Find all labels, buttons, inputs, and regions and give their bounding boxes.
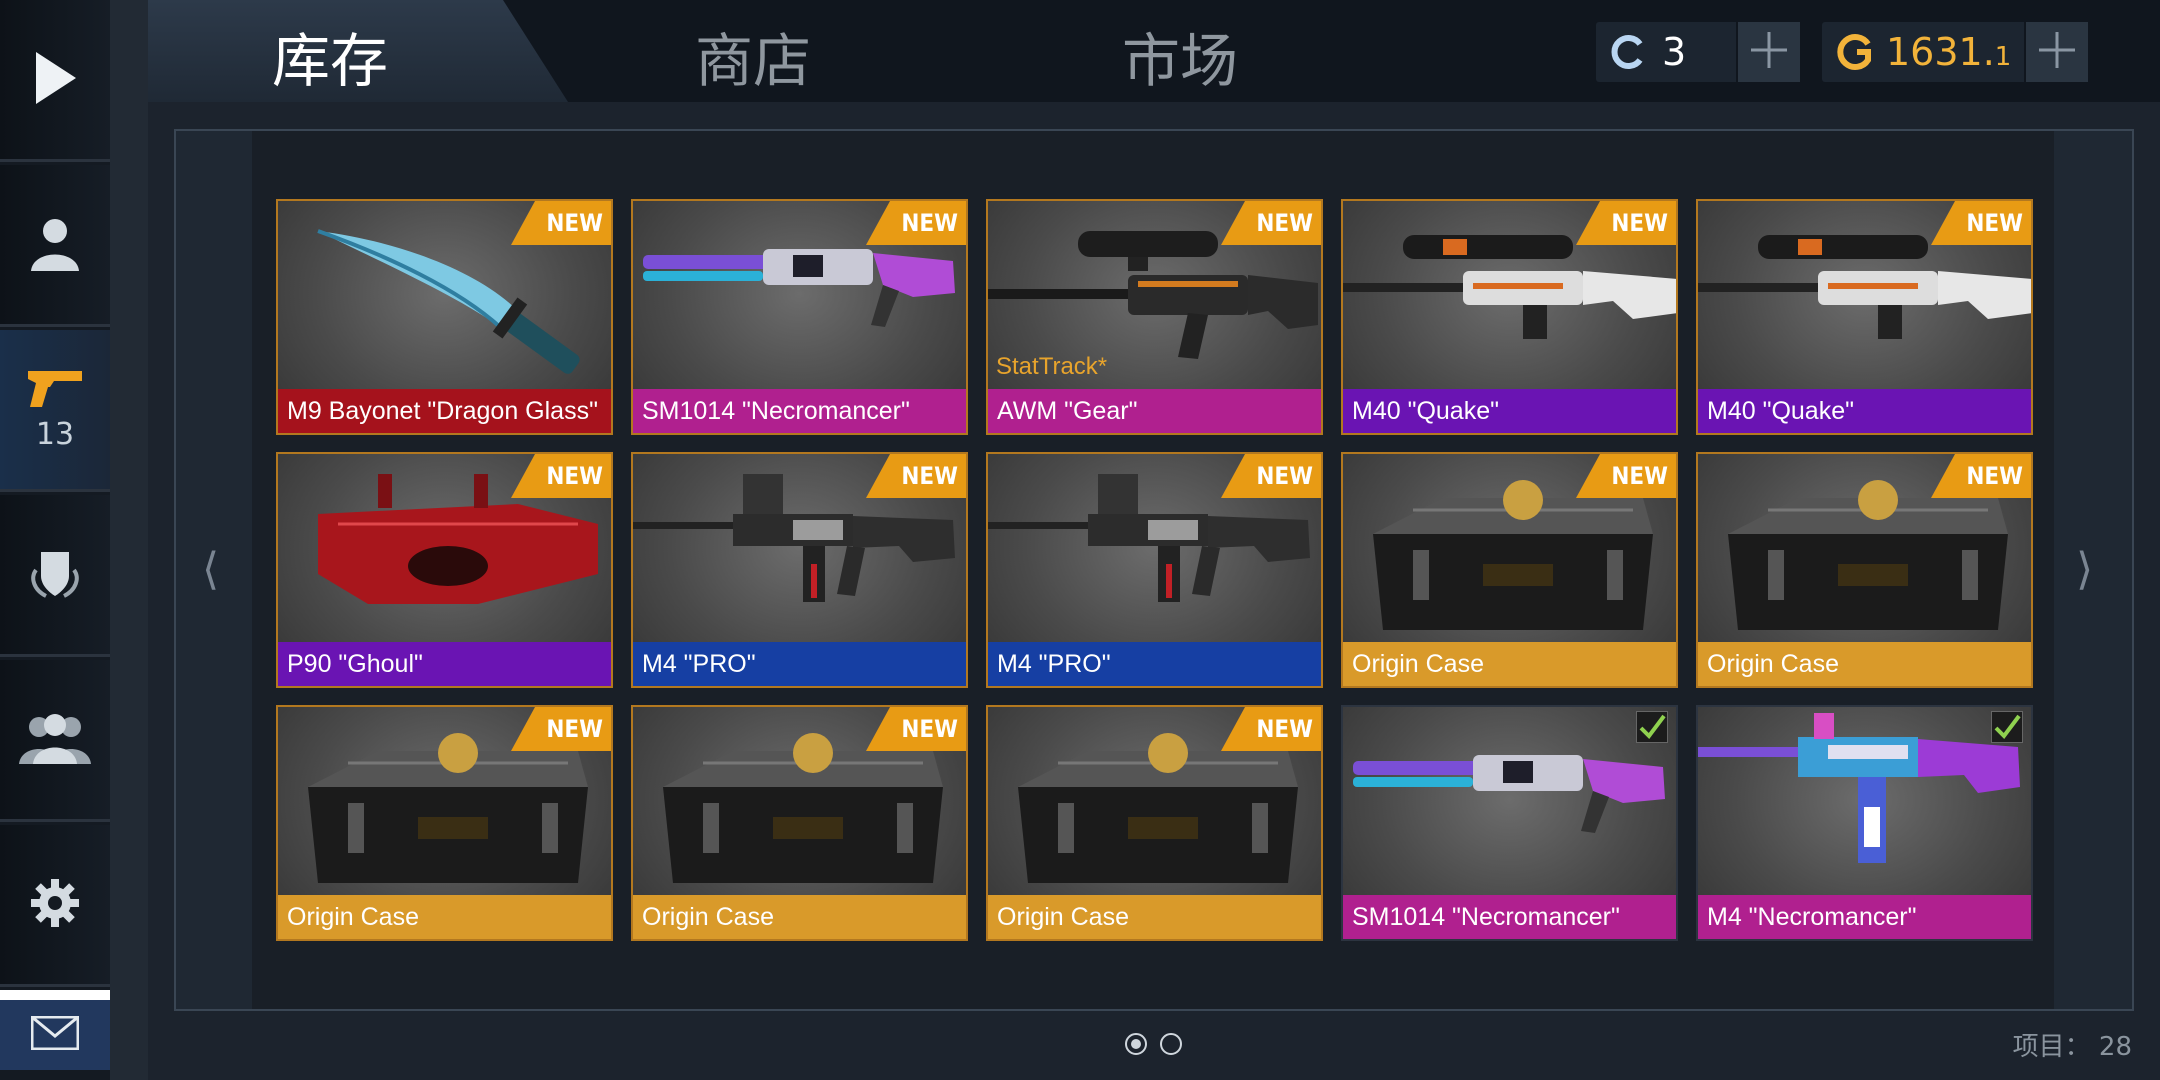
item-name-label: M40 "Quake" (1698, 389, 2031, 433)
user-icon (29, 215, 81, 275)
inventory-item-card[interactable]: NEW Origin Case (1341, 452, 1678, 688)
next-page-arrow-icon[interactable]: ⟩ (2076, 544, 2093, 595)
item-name-label: Origin Case (1343, 642, 1676, 686)
tab-inventory[interactable]: 库存 (272, 14, 388, 98)
inventory-item-card[interactable]: NEW Origin Case (986, 705, 1323, 941)
item-name-label: SM1014 "Necromancer" (1343, 895, 1676, 939)
inventory-item-card[interactable]: NEW M40 "Quake" (1696, 199, 2033, 435)
mail-icon (30, 1015, 80, 1054)
item-name-label: M9 Bayonet "Dragon Glass" (278, 389, 611, 433)
sidebar: 13 (0, 0, 110, 1080)
tab-market[interactable]: 市场 (1122, 14, 1238, 98)
g-coin-icon (1836, 33, 1874, 71)
mail-button[interactable] (0, 990, 110, 1070)
inventory-item-card[interactable]: NEW M4 "PRO" (986, 452, 1323, 688)
play-icon (32, 50, 78, 110)
settings-button[interactable] (0, 825, 110, 987)
gold-value: 1631.1 (1886, 30, 2012, 74)
equipped-check-icon (1636, 711, 1668, 743)
item-name-label: SM1014 "Necromancer" (633, 389, 966, 433)
prev-page-arrow-icon[interactable]: ⟨ (202, 544, 219, 595)
items-count: 项目： 28 (2012, 1032, 2132, 1062)
inventory-item-card[interactable]: NEW Origin Case (276, 705, 613, 941)
inventory-item-card[interactable]: NEW StatTrack* AWM "Gear" (986, 199, 1323, 435)
stattrack-label: StatTrack* (996, 353, 1108, 380)
friends-button[interactable] (0, 660, 110, 822)
gear-icon (29, 877, 81, 933)
add-credits-button[interactable] (1736, 22, 1800, 82)
plus-icon (2037, 30, 2077, 74)
inventory-item-card[interactable]: NEW M40 "Quake" (1341, 199, 1678, 435)
item-name-label: M4 "PRO" (988, 642, 1321, 686)
clan-button[interactable] (0, 495, 110, 657)
credits-value: 3 (1662, 30, 1687, 74)
add-gold-button[interactable] (2024, 22, 2088, 82)
item-name-label: P90 "Ghoul" (278, 642, 611, 686)
item-name-label: Origin Case (1698, 642, 2031, 686)
pistol-icon (24, 367, 86, 413)
item-name-label: Origin Case (988, 895, 1321, 939)
page-dot-2[interactable] (1160, 1033, 1182, 1055)
tab-shop[interactable]: 商店 (695, 14, 811, 98)
group-icon (15, 712, 95, 768)
inventory-item-card[interactable]: NEW SM1014 "Necromancer" (631, 199, 968, 435)
item-name-label: AWM "Gear" (988, 389, 1321, 433)
inventory-item-card[interactable]: NEW P90 "Ghoul" (276, 452, 613, 688)
shield-icon (24, 542, 86, 608)
credits-display: 3 (1596, 22, 1800, 82)
item-name-label: M4 "PRO" (633, 642, 966, 686)
inventory-item-card[interactable]: NEW M4 "PRO" (631, 452, 968, 688)
item-name-label: M40 "Quake" (1343, 389, 1676, 433)
item-name-label: Origin Case (278, 895, 611, 939)
inventory-count: 13 (35, 417, 75, 452)
sidebar-edge (110, 0, 148, 1080)
play-button[interactable] (0, 0, 110, 162)
item-name-label: M4 "Necromancer" (1698, 895, 2031, 939)
inventory-item-card[interactable]: NEW Origin Case (1696, 452, 2033, 688)
page-dot-1[interactable] (1125, 1033, 1147, 1055)
inventory-item-card[interactable]: NEW Origin Case (631, 705, 968, 941)
inventory-button[interactable]: 13 (0, 330, 110, 492)
c-coin-icon (1610, 34, 1646, 70)
equipped-check-icon (1991, 711, 2023, 743)
inventory-item-card[interactable]: SM1014 "Necromancer" (1341, 705, 1678, 941)
gold-display: 1631.1 (1822, 22, 2088, 82)
inventory-item-card[interactable]: NEW M9 Bayonet "Dragon Glass" (276, 199, 613, 435)
plus-icon (1749, 30, 1789, 74)
inventory-item-card[interactable]: M4 "Necromancer" (1696, 705, 2033, 941)
profile-button[interactable] (0, 165, 110, 327)
item-name-label: Origin Case (633, 895, 966, 939)
